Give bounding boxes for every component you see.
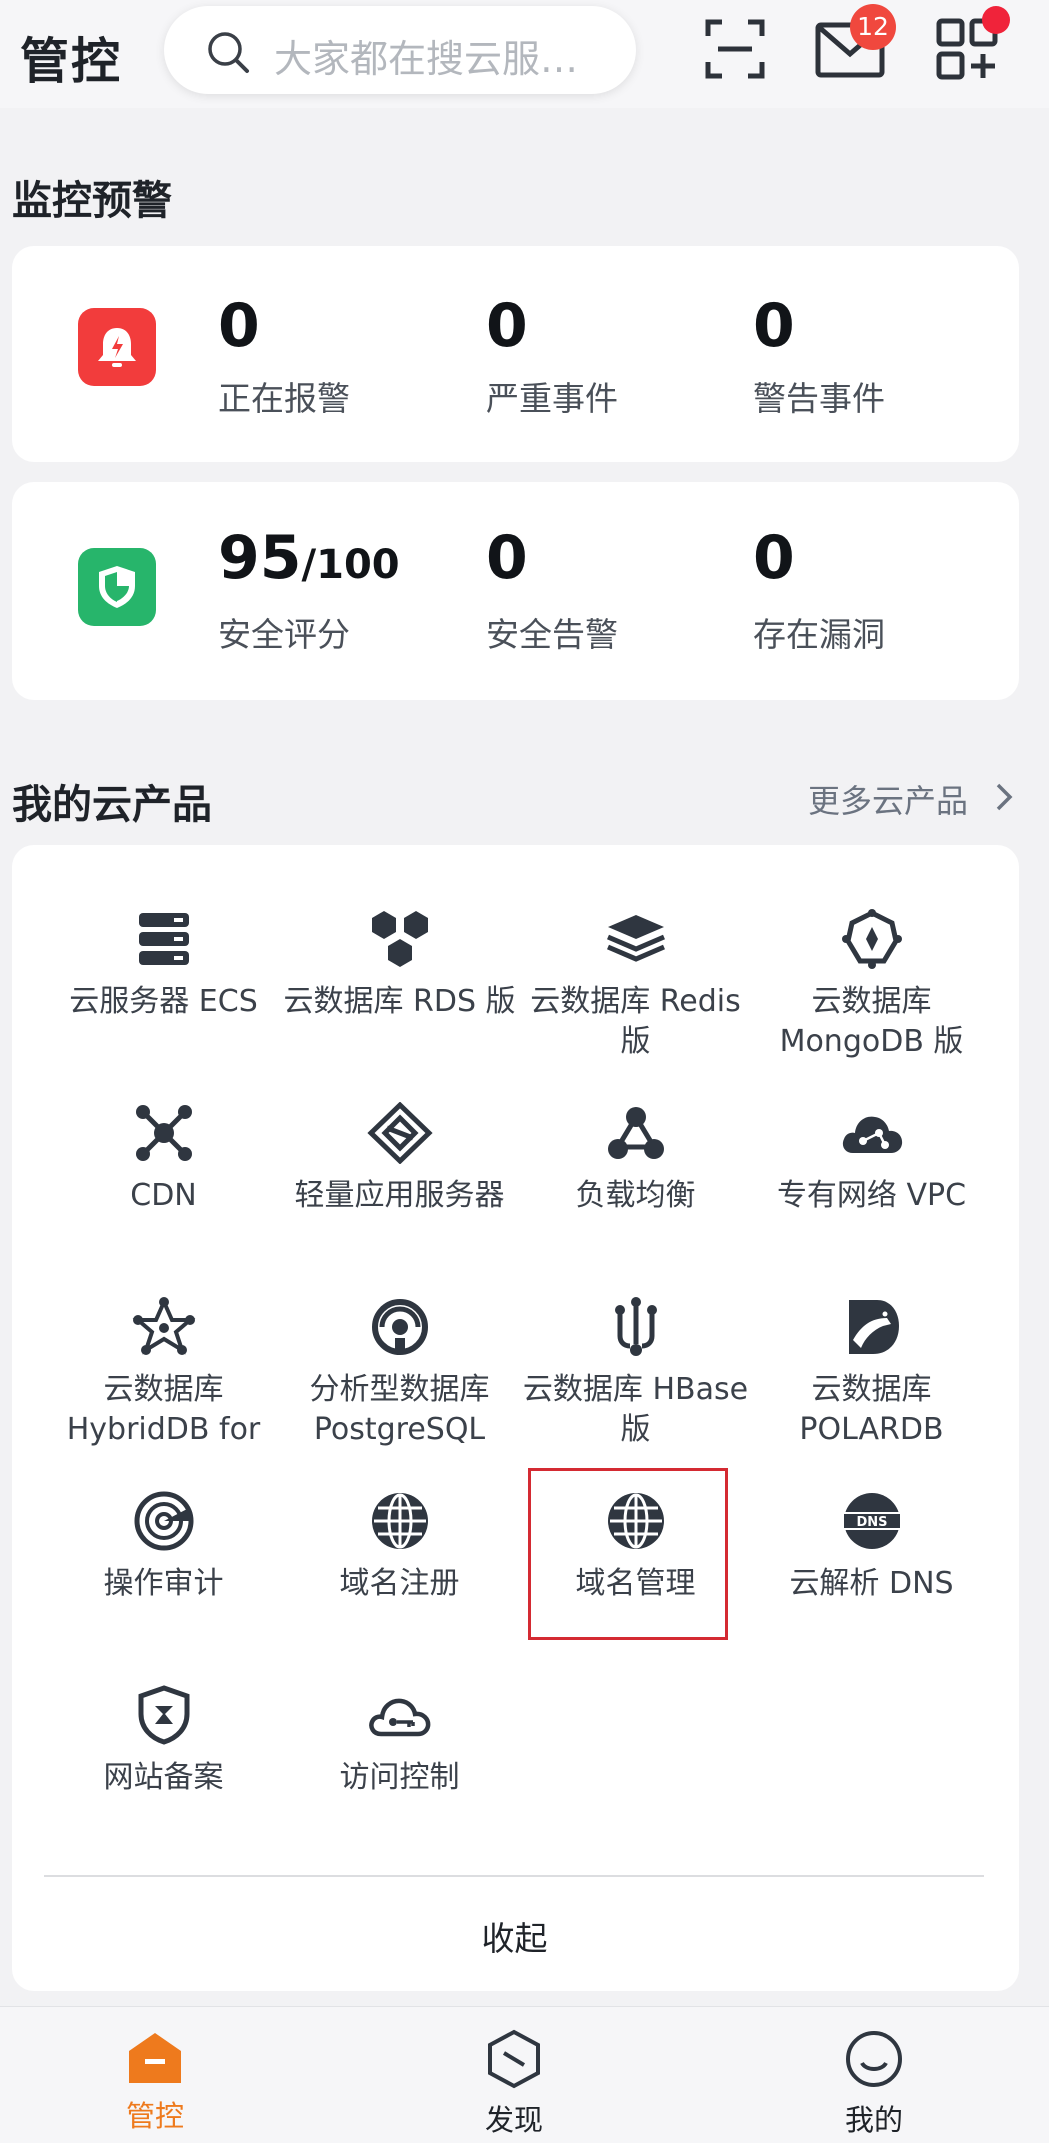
highlight-box	[528, 1468, 728, 1640]
mongodb-icon	[841, 909, 902, 969]
product-polardb[interactable]: 云数据库 POLARDB	[754, 1296, 989, 1450]
profile-icon	[846, 2031, 902, 2087]
tab-label: 我的	[844, 2103, 903, 2137]
security-alerts-label: 安全告警	[486, 615, 618, 654]
product-label: 云数据库 POLARDB	[799, 1372, 944, 1447]
diamond-layers-icon	[366, 1102, 433, 1164]
tab-discover[interactable]: 发现	[414, 2007, 614, 2143]
alarm-card[interactable]: 0 正在报警 0 严重事件 0 警告事件	[12, 246, 1019, 462]
collapse-button[interactable]: 收起	[0, 1912, 1029, 1960]
product-ecs[interactable]: 云服务器 ECS	[46, 908, 281, 1022]
product-label: 云解析 DNS	[789, 1566, 954, 1601]
tab-label: 管控	[125, 2099, 184, 2133]
product-label: 分析型数据库 PostgreSQL	[309, 1372, 490, 1447]
alarm-icon-wrap	[78, 308, 156, 386]
product-label: 云数据库 HybridDB for	[66, 1372, 261, 1447]
more-products-label: 更多云产品	[808, 782, 969, 820]
hexagon-cluster-icon	[371, 911, 428, 967]
security-score-total: /100	[301, 542, 400, 588]
top-header: 管控 大家都在搜云服… 12	[0, 0, 1049, 108]
svg-text:DNS: DNS	[856, 1515, 887, 1530]
divider	[44, 1875, 984, 1877]
product-vpc[interactable]: 专有网络 VPC	[754, 1102, 989, 1216]
product-label: 云数据库 HBase 版	[522, 1372, 749, 1447]
server-stack-icon	[138, 913, 189, 965]
cloud-network-icon	[842, 1116, 902, 1153]
product-mongodb[interactable]: 云数据库 MongoDB 版	[754, 908, 989, 1062]
product-hybriddb[interactable]: 云数据库 HybridDB for	[46, 1296, 281, 1450]
more-products-link[interactable]: 更多云产品	[808, 776, 1013, 822]
security-score-label: 安全评分	[218, 615, 350, 654]
product-label: 操作审计	[103, 1566, 224, 1601]
product-dns[interactable]: DNS 云解析 DNS	[754, 1490, 989, 1604]
product-lightweight-server[interactable]: 轻量应用服务器	[282, 1102, 517, 1216]
scan-icon[interactable]	[704, 18, 766, 80]
alarm-active-label: 正在报警	[218, 379, 350, 418]
tab-profile[interactable]: 我的	[774, 2007, 974, 2143]
critical-events-label: 严重事件	[486, 379, 618, 418]
tab-label: 发现	[484, 2103, 543, 2137]
product-label: 云服务器 ECS	[69, 984, 258, 1019]
product-icp-filing[interactable]: 网站备案	[46, 1684, 281, 1798]
product-rds[interactable]: 云数据库 RDS 版	[282, 908, 517, 1022]
network-node-icon	[135, 1105, 192, 1161]
product-label: CDN	[130, 1178, 197, 1213]
product-label: 访问控制	[339, 1760, 460, 1795]
globe-icon	[371, 1493, 428, 1549]
hbase-icon	[614, 1297, 657, 1356]
product-label: 云数据库 RDS 版	[283, 984, 516, 1019]
product-label: 域名注册	[339, 1566, 460, 1601]
search-input[interactable]: 大家都在搜云服…	[164, 6, 636, 94]
shield-icon	[99, 566, 135, 608]
product-label: 专有网络 VPC	[776, 1178, 967, 1213]
security-score: 95	[218, 523, 302, 593]
page-title: 管控	[20, 33, 123, 90]
product-domain-register[interactable]: 域名注册	[282, 1490, 517, 1604]
warning-events-label: 警告事件	[753, 379, 885, 418]
home-icon	[129, 2033, 181, 2083]
product-hbase[interactable]: 云数据库 HBase 版	[518, 1296, 753, 1450]
vulnerabilities-label: 存在漏洞	[753, 615, 885, 654]
security-icon-wrap	[78, 548, 156, 626]
discover-icon	[488, 2029, 540, 2089]
security-score-value: 95/100	[218, 528, 400, 588]
search-icon	[208, 32, 249, 73]
filing-shield-icon	[138, 1685, 189, 1745]
product-label: 负载均衡	[575, 1178, 696, 1213]
product-cdn[interactable]: CDN	[46, 1102, 281, 1216]
monitoring-section-title: 监控预警	[12, 178, 172, 224]
polardb-bear-icon	[848, 1300, 899, 1354]
vulnerabilities-value: 0	[753, 523, 795, 593]
alarm-bell-icon	[98, 328, 136, 367]
products-section-title: 我的云产品	[12, 782, 212, 828]
message-badge: 12	[850, 4, 896, 50]
product-redis[interactable]: 云数据库 Redis 版	[518, 908, 753, 1062]
star-network-icon	[132, 1297, 195, 1355]
product-action-trail[interactable]: 操作审计	[46, 1490, 281, 1604]
layers-icon	[606, 915, 665, 962]
analytics-db-icon	[371, 1299, 428, 1355]
warning-events-value: 0	[753, 291, 795, 361]
product-load-balancer[interactable]: 负载均衡	[518, 1102, 753, 1216]
radar-icon	[134, 1491, 193, 1551]
load-balance-icon	[607, 1107, 664, 1159]
product-label: 轻量应用服务器	[294, 1178, 505, 1213]
product-label: 网站备案	[103, 1760, 224, 1795]
product-ram[interactable]: 访问控制	[282, 1684, 517, 1798]
search-placeholder: 大家都在搜云服…	[274, 37, 579, 81]
alarm-active-value: 0	[218, 291, 260, 361]
bottom-tab-bar: 管控 发现 我的	[0, 2006, 1049, 2143]
tab-manage[interactable]: 管控	[55, 2007, 255, 2143]
product-label: 云数据库 Redis 版	[530, 984, 741, 1059]
critical-events-value: 0	[486, 291, 528, 361]
chevron-right-icon	[996, 783, 1013, 811]
notification-dot	[982, 6, 1010, 34]
product-analyticdb[interactable]: 分析型数据库 PostgreSQL	[282, 1296, 517, 1450]
product-label: 云数据库 MongoDB 版	[779, 984, 964, 1059]
dns-icon: DNS	[841, 1493, 902, 1549]
security-card[interactable]: 95/100 安全评分 0 安全告警 0 存在漏洞	[12, 482, 1019, 700]
security-alerts-value: 0	[486, 523, 528, 593]
cloud-key-icon	[368, 1698, 430, 1737]
